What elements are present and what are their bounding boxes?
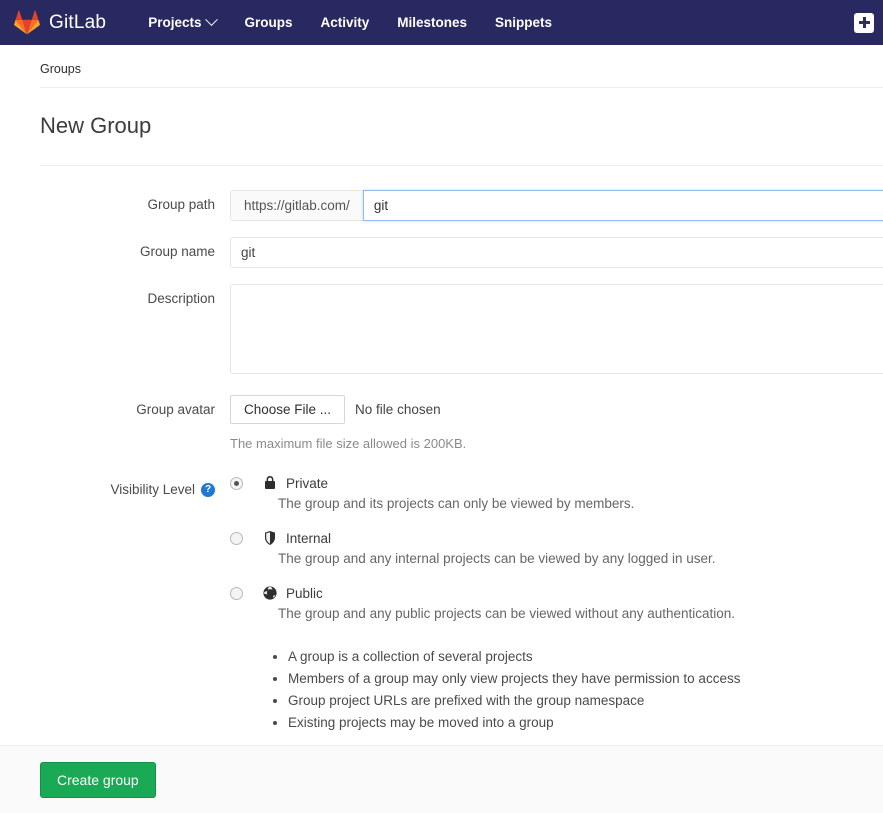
list-item: Existing projects may be moved into a gr… — [288, 715, 883, 730]
visibility-internal-description: The group and any internal projects can … — [278, 551, 716, 566]
nav-link-activity-label: Activity — [320, 15, 370, 30]
group-avatar-label: Group avatar — [136, 402, 215, 417]
visibility-option-internal[interactable]: Internal The group and any internal proj… — [230, 530, 883, 566]
brand-name: GitLab — [49, 11, 107, 33]
file-status-text: No file chosen — [355, 402, 441, 417]
top-navbar: GitLab Projects Groups Activity Mileston… — [0, 0, 883, 45]
form-row-visibility: Visibility Level ? Private The group and… — [40, 475, 883, 737]
group-path-control: https://gitlab.com/ — [230, 190, 883, 221]
visibility-internal-name: Internal — [286, 530, 332, 546]
visibility-public-description: The group and any public projects can be… — [278, 606, 736, 621]
nav-link-milestones-label: Milestones — [397, 15, 468, 30]
radio-public[interactable] — [230, 586, 243, 600]
group-path-input-group: https://gitlab.com/ — [230, 190, 883, 221]
breadcrumb: Groups — [40, 45, 883, 88]
visibility-option-public[interactable]: Public The group and any public projects… — [230, 585, 883, 621]
list-item: Members of a group may only view project… — [288, 671, 883, 686]
list-item: Group project URLs are prefixed with the… — [288, 693, 883, 708]
brand-logo-link[interactable]: GitLab — [14, 10, 106, 35]
nav-link-snippets[interactable]: Snippets — [481, 2, 566, 43]
new-item-button[interactable] — [854, 12, 874, 33]
visibility-public-name: Public — [286, 585, 323, 601]
group-avatar-control: Choose File ... No file chosen The maxim… — [230, 395, 883, 451]
list-item: A group is a collection of several proje… — [288, 649, 883, 664]
group-path-prefix: https://gitlab.com/ — [230, 190, 363, 221]
visibility-private-description: The group and its projects can only be v… — [278, 496, 635, 511]
form-row-description: Description — [40, 284, 883, 379]
page-title: New Group — [40, 88, 883, 166]
description-textarea[interactable] — [230, 284, 883, 374]
chevron-down-icon — [205, 13, 219, 27]
nav-link-milestones[interactable]: Milestones — [383, 2, 481, 43]
description-label: Description — [147, 291, 215, 306]
visibility-private-name: Private — [286, 475, 329, 491]
shield-icon — [262, 530, 278, 546]
visibility-options: Private The group and its projects can o… — [230, 475, 883, 737]
new-group-form: Group path https://gitlab.com/ Group nam… — [40, 166, 883, 737]
plus-icon — [858, 17, 870, 28]
globe-icon — [262, 585, 278, 601]
choose-file-button[interactable]: Choose File ... — [230, 395, 346, 424]
nav-link-projects[interactable]: Projects — [134, 2, 230, 43]
group-path-input[interactable] — [362, 190, 883, 221]
group-name-input[interactable] — [230, 237, 883, 268]
group-path-label: Group path — [147, 197, 215, 212]
breadcrumb-item-groups[interactable]: Groups — [40, 62, 81, 76]
group-info-bullets: A group is a collection of several proje… — [230, 649, 883, 730]
visibility-option-private[interactable]: Private The group and its projects can o… — [230, 475, 883, 511]
nav-link-activity[interactable]: Activity — [306, 2, 383, 43]
nav-link-groups[interactable]: Groups — [230, 2, 306, 43]
form-row-group-avatar: Group avatar Choose File ... No file cho… — [40, 395, 883, 451]
nav-link-groups-label: Groups — [244, 15, 293, 30]
avatar-help-text: The maximum file size allowed is 200KB. — [230, 436, 467, 451]
question-mark-help-icon[interactable]: ? — [201, 482, 215, 497]
visibility-label-wrap: Visibility Level ? — [40, 475, 230, 497]
description-control — [230, 284, 883, 379]
group-name-label: Group name — [139, 244, 215, 259]
radio-internal[interactable] — [230, 531, 243, 545]
nav-links: Projects Groups Activity Milestones Snip… — [134, 2, 566, 43]
page-container: Groups New Group Group path https://gitl… — [0, 45, 883, 813]
form-footer: Create group — [0, 745, 883, 813]
file-picker-row: Choose File ... No file chosen — [230, 395, 883, 424]
visibility-level-label: Visibility Level — [110, 482, 195, 497]
create-group-button[interactable]: Create group — [40, 762, 156, 798]
nav-link-projects-label: Projects — [148, 15, 202, 30]
radio-private[interactable] — [230, 476, 243, 490]
nav-link-snippets-label: Snippets — [495, 15, 553, 30]
navbar-right-actions — [854, 12, 874, 33]
lock-icon — [262, 475, 278, 491]
gitlab-tanuki-icon — [14, 10, 40, 35]
form-row-group-name: Group name — [40, 237, 883, 268]
group-name-control — [230, 237, 883, 268]
form-row-group-path: Group path https://gitlab.com/ — [40, 190, 883, 221]
